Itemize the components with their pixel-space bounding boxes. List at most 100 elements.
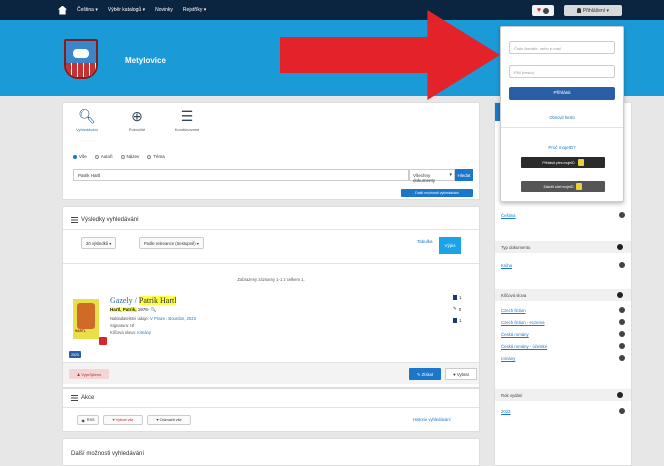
sort-select[interactable]: Podle relevance (Sestupně) ▾ bbox=[139, 237, 204, 249]
loaned-status-button[interactable]: ♟ Vyprůjčeno bbox=[69, 369, 109, 379]
login-menu-label: Přihlášení ▾ bbox=[582, 7, 610, 14]
scope-title-label: Název bbox=[126, 154, 140, 159]
count-icon bbox=[619, 343, 625, 349]
search-button[interactable]: Hledat bbox=[455, 169, 473, 181]
record-side-icons: 1 ✎ 0 1 bbox=[453, 295, 462, 323]
collapse-icon bbox=[617, 292, 623, 298]
favorites-button[interactable]: ♥ bbox=[532, 5, 554, 16]
comments-count[interactable]: 1 bbox=[453, 318, 462, 323]
count-icon bbox=[619, 355, 625, 361]
keyword-link[interactable]: romány bbox=[137, 330, 151, 335]
radio-icon bbox=[120, 154, 125, 159]
login-submit-button[interactable]: Přihlásit bbox=[509, 87, 615, 100]
search-icon: 🔍︎ bbox=[78, 108, 96, 124]
document-type-select[interactable]: Všechny dokumenty bbox=[409, 169, 455, 183]
select-all-button[interactable]: ♥ Vybrat vše bbox=[103, 415, 143, 425]
horse-icon bbox=[73, 49, 89, 58]
tab-advanced[interactable]: ⊕ Pokročilé bbox=[117, 109, 157, 132]
count-icon bbox=[619, 262, 625, 268]
publisher-link[interactable]: V Praze : Bourdon, 2023 bbox=[150, 316, 196, 321]
collapse-icon bbox=[617, 392, 623, 398]
mojeid-login-button[interactable]: Přihlásit přes mojeID bbox=[521, 157, 605, 168]
radio-checked-icon bbox=[73, 154, 77, 159]
radio-icon bbox=[147, 154, 152, 159]
scope-all[interactable]: Vše bbox=[73, 154, 87, 159]
rss-button[interactable]: ◉ RSS bbox=[77, 415, 99, 425]
more-search-title[interactable]: Další možnosti vyhledávání bbox=[71, 451, 144, 457]
year-badge: 2023 bbox=[69, 351, 81, 358]
facet-keyword-item[interactable]: Česká romány - účelské bbox=[501, 343, 627, 349]
copies-count[interactable]: 1 bbox=[453, 295, 462, 300]
facet-year-item[interactable]: 2023 bbox=[501, 408, 627, 414]
nav-indexes[interactable]: Rejstříky ▾ bbox=[183, 7, 206, 13]
count-icon bbox=[619, 408, 625, 414]
divider bbox=[63, 407, 479, 408]
scope-authors-label: Autoři bbox=[100, 154, 113, 159]
facet-keyword-item[interactable]: Czech fiction - eczema bbox=[501, 319, 627, 325]
facet-language-item[interactable]: Čeština bbox=[501, 212, 627, 218]
scope-title[interactable]: Název bbox=[120, 154, 140, 159]
select-button[interactable]: ♥ Vybrat bbox=[445, 368, 477, 380]
tab-combined-label: Kombinované bbox=[174, 127, 200, 132]
facet-year-title: Rok vydání bbox=[501, 392, 523, 398]
more-search-options-button[interactable]: Další možnosti vyhledávání bbox=[401, 189, 473, 197]
facet-type-item[interactable]: Kniha bbox=[501, 262, 627, 268]
record-title[interactable]: Gazely / Patrik Hartl bbox=[110, 296, 177, 305]
scope-topic-label: Téma bbox=[153, 154, 165, 159]
facet-keyword-item[interactable]: Czech fiction bbox=[501, 307, 627, 313]
count-icon bbox=[619, 307, 625, 313]
facet-language-label: Čeština bbox=[501, 213, 516, 218]
unselect-all-button[interactable]: ♥ Odznačit vše bbox=[147, 415, 191, 425]
facet-year-header[interactable]: Rok vydání bbox=[495, 389, 631, 401]
login-menu-button[interactable]: Přihlášení ▾ bbox=[564, 5, 622, 16]
facet-keywords-header[interactable]: Klíčová slova bbox=[495, 289, 631, 301]
top-navbar: Čeština ▾ Výběr katalogů ▾ Novinky Rejst… bbox=[0, 0, 664, 20]
nav-news[interactable]: Novinky bbox=[155, 7, 173, 13]
home-icon[interactable] bbox=[58, 5, 67, 15]
site-title[interactable]: Metylovice bbox=[125, 56, 166, 65]
reset-password-link[interactable]: Obnovit heslo bbox=[501, 115, 623, 120]
results-title: Výsledky vyhledávání bbox=[81, 217, 139, 223]
nav-language[interactable]: Čeština ▾ bbox=[77, 7, 98, 13]
rss-label: RSS bbox=[86, 418, 95, 422]
record-author-dates: 1976- 🔍 bbox=[136, 307, 157, 312]
pin-input[interactable]: PIN (heslo) bbox=[509, 65, 615, 78]
coat-of-arms-logo[interactable] bbox=[64, 39, 98, 79]
facet-keyword-item[interactable]: Česká romány bbox=[501, 331, 627, 337]
collapse-icon bbox=[617, 244, 623, 250]
pencil-icon: ✎ bbox=[453, 306, 457, 311]
scope-topic[interactable]: Téma bbox=[147, 154, 165, 159]
tab-combined[interactable]: ☰ Kombinované bbox=[167, 109, 207, 132]
facet-keyword-label: Česká romány bbox=[501, 332, 529, 337]
book-cover-image[interactable]: HARTL bbox=[73, 299, 107, 345]
search-history-link[interactable]: Historie vyhledávání bbox=[413, 417, 451, 422]
mojeid-login-label: Přihlásit přes mojeID bbox=[542, 160, 575, 165]
search-input[interactable]: Patrik Hartl bbox=[73, 169, 409, 181]
reviews-count[interactable]: ✎ 0 bbox=[453, 306, 462, 312]
view-list-button[interactable]: Výpis bbox=[439, 237, 461, 254]
record-author[interactable]: Hartl, Patrik, 1976- 🔍 bbox=[110, 307, 156, 313]
scope-authors[interactable]: Autoři bbox=[94, 154, 113, 159]
facet-keyword-item[interactable]: romány bbox=[501, 355, 627, 361]
facet-type-header[interactable]: Typ dokumentu bbox=[495, 241, 631, 253]
cover-author-text: HARTL bbox=[75, 329, 86, 333]
comments-count-value: 1 bbox=[459, 318, 462, 323]
count-icon bbox=[619, 319, 625, 325]
reviews-count-value: 0 bbox=[458, 306, 462, 312]
card-number-input[interactable]: Číslo čtenáře, nebo e-mail bbox=[509, 41, 615, 54]
tab-search[interactable]: 🔍︎ Vyhledávání bbox=[67, 109, 107, 132]
mojeid-register-button[interactable]: Založit účet mojeID bbox=[521, 181, 605, 192]
top-nav-items: Čeština ▾ Výběr katalogů ▾ Novinky Rejst… bbox=[58, 0, 206, 20]
facet-keyword-label: Czech fiction bbox=[501, 308, 526, 313]
tab-search-label: Vyhledávání bbox=[76, 127, 98, 132]
record-action-bar: ♟ Vyprůjčeno ✎ Získat ♥ Vybrat bbox=[63, 362, 479, 384]
nav-catalogs[interactable]: Výběr katalogů ▾ bbox=[108, 7, 145, 13]
count-icon bbox=[619, 212, 625, 218]
why-mojeid-link[interactable]: Proč mojeID? bbox=[501, 145, 623, 150]
get-button[interactable]: ✎ Získat bbox=[409, 368, 441, 380]
per-page-select[interactable]: 20 výsledků ▾ bbox=[81, 237, 117, 249]
facet-type-label: Kniha bbox=[501, 263, 512, 268]
user-icon bbox=[576, 8, 581, 13]
mojeid-register-label: Založit účet mojeID bbox=[543, 184, 574, 189]
view-table-link[interactable]: Tabulka bbox=[417, 239, 433, 244]
